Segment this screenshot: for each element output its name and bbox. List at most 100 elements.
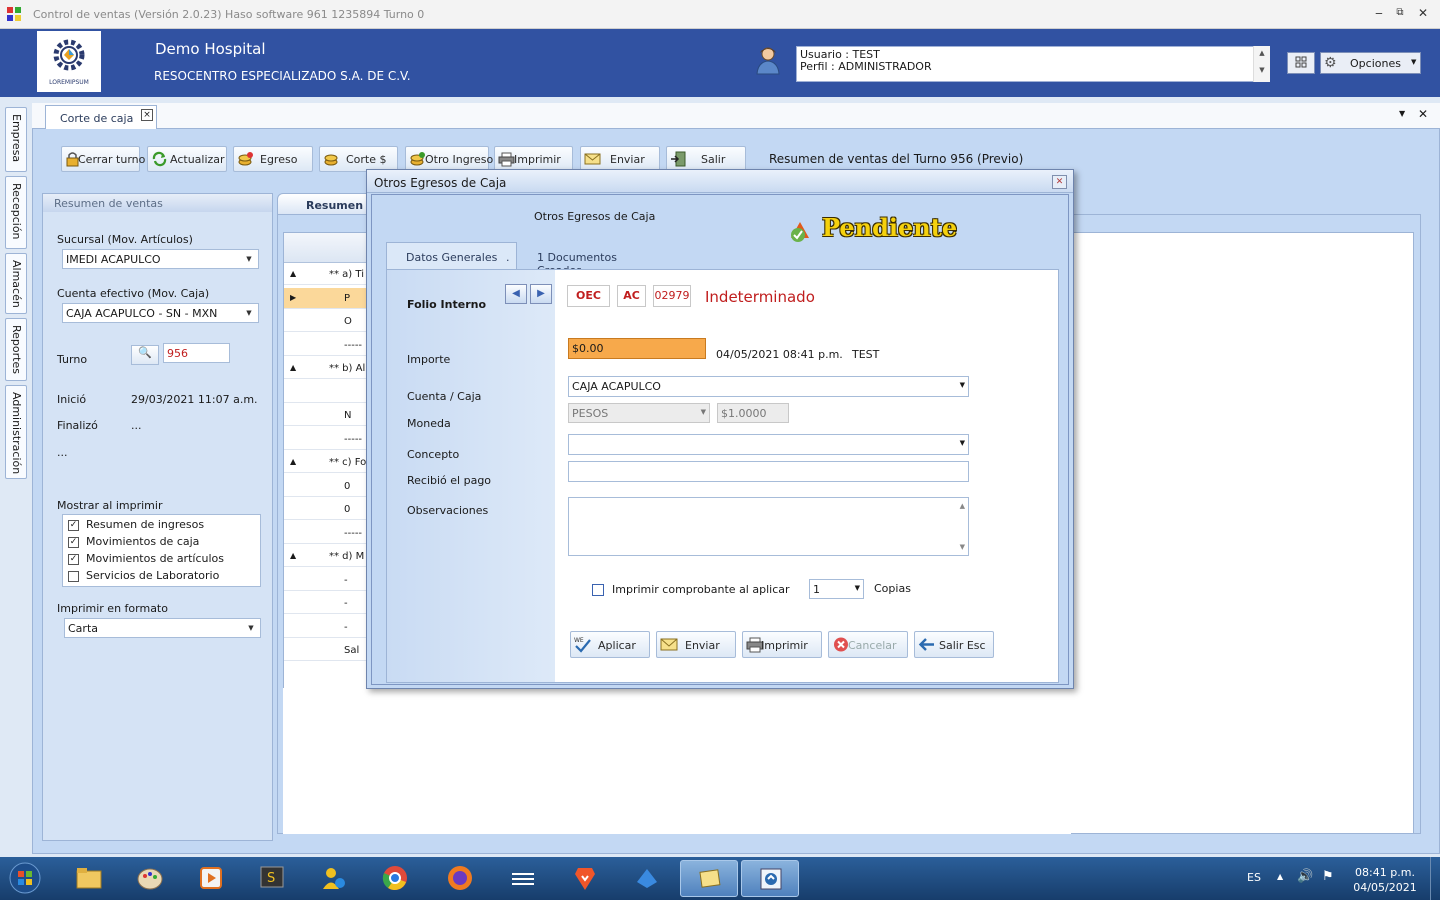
taskbar-app-s[interactable]: S bbox=[243, 860, 301, 897]
observaciones-textarea[interactable]: ▲ ▼ bbox=[568, 497, 969, 556]
table-row[interactable]: 0 bbox=[284, 499, 370, 520]
taskbar-app-blue[interactable] bbox=[618, 860, 676, 897]
tab-list-chevron-icon[interactable]: ▼ bbox=[1399, 109, 1405, 118]
formato-select[interactable]: Carta ▼ bbox=[64, 618, 261, 638]
close-document-icon[interactable]: ✕ bbox=[1418, 107, 1428, 121]
options-dropdown[interactable]: ⚙ Opciones ▼ bbox=[1320, 52, 1421, 74]
concepto-select[interactable]: ▼ bbox=[568, 434, 969, 455]
taskbar-app-lines[interactable] bbox=[494, 860, 552, 897]
recibio-input[interactable] bbox=[568, 461, 969, 482]
dialog-subtitle: Otros Egresos de Caja bbox=[534, 210, 656, 223]
dialog-imprimir-button[interactable]: Imprimir bbox=[742, 631, 822, 658]
close-tab-icon[interactable]: × bbox=[141, 109, 153, 121]
tab-almacen[interactable]: Almacén bbox=[5, 253, 27, 314]
check-servicios-laboratorio[interactable] bbox=[68, 571, 79, 582]
table-row[interactable]: ----- bbox=[284, 523, 370, 544]
close-window-button[interactable]: ✕ bbox=[1413, 4, 1433, 22]
actualizar-button[interactable]: Actualizar bbox=[147, 146, 227, 172]
dialog-body: Otros Egresos de Caja Pendiente Datos Ge… bbox=[371, 194, 1069, 685]
dialog-cancelar-button[interactable]: Cancelar bbox=[828, 631, 908, 658]
dialog-salir-button[interactable]: Salir Esc bbox=[914, 631, 994, 658]
grid-group-row[interactable]: ▲ ** c) Fo bbox=[284, 452, 370, 473]
table-row[interactable]: - bbox=[284, 617, 370, 638]
button-label: Salir bbox=[701, 153, 726, 166]
copias-select[interactable]: 1 ▼ bbox=[809, 579, 864, 599]
taskbar-app-users[interactable] bbox=[305, 860, 363, 897]
collapse-icon[interactable]: ▲ bbox=[290, 551, 296, 560]
dialog-close-icon[interactable]: ✕ bbox=[1052, 175, 1067, 189]
taskbar-app-ventas[interactable] bbox=[741, 860, 799, 897]
turno-input[interactable]: 956 bbox=[163, 343, 230, 363]
folio-prev-button[interactable]: ◀ bbox=[505, 284, 527, 304]
tab-reportes[interactable]: Reportes bbox=[5, 318, 27, 381]
check-movimientos-articulos[interactable]: ✓ bbox=[68, 554, 79, 565]
tab-datos-generales[interactable]: Datos Generales . bbox=[386, 242, 517, 270]
taskbar-media[interactable] bbox=[182, 860, 240, 897]
start-button[interactable] bbox=[5, 860, 45, 897]
formato-label: Imprimir en formato bbox=[57, 602, 168, 615]
moneda-select[interactable]: PESOS ▼ bbox=[568, 403, 710, 423]
check-movimientos-caja[interactable]: ✓ bbox=[68, 537, 79, 548]
table-row[interactable]: ----- bbox=[284, 429, 370, 450]
user-info-scrollbar[interactable]: ▲ ▼ bbox=[1253, 46, 1270, 82]
dialog-enviar-button[interactable]: Enviar bbox=[656, 631, 736, 658]
grid-group-row[interactable]: ▲ ** a) Ti bbox=[284, 264, 370, 285]
tab-documentos-creados[interactable]: 1 Documentos Creados bbox=[522, 242, 662, 277]
grid-view-button[interactable] bbox=[1287, 52, 1315, 74]
table-row[interactable]: - bbox=[284, 570, 370, 591]
cuenta-caja-select[interactable]: CAJA ACAPULCO ▼ bbox=[568, 376, 969, 397]
check-resumen-ingresos[interactable]: ✓ bbox=[68, 520, 79, 531]
coins-icon bbox=[410, 152, 425, 166]
tab-corte-de-caja[interactable]: Corte de caja × bbox=[45, 105, 157, 129]
moneda-label: Moneda bbox=[407, 417, 451, 430]
table-row[interactable]: - bbox=[284, 593, 370, 614]
network-icon[interactable]: ⚑ bbox=[1322, 869, 1334, 884]
table-row[interactable]: ----- bbox=[284, 335, 370, 356]
taskbar-brave[interactable] bbox=[556, 860, 614, 897]
row-text: - bbox=[344, 574, 348, 586]
cerrar-turno-button[interactable]: Cerrar turno bbox=[61, 146, 145, 172]
table-row[interactable] bbox=[284, 382, 370, 403]
tab-recepcion[interactable]: Recepción bbox=[5, 176, 27, 249]
concepto-label: Concepto bbox=[407, 448, 460, 461]
table-row[interactable]: ▶ P bbox=[284, 287, 370, 309]
restore-button[interactable]: ⧉ bbox=[1390, 4, 1410, 22]
table-row[interactable]: 0 bbox=[284, 476, 370, 497]
taskbar-app-notes[interactable] bbox=[680, 860, 738, 897]
aplicar-button[interactable]: WE Aplicar bbox=[570, 631, 650, 658]
show-desktop-button[interactable] bbox=[1430, 857, 1440, 900]
folio-next-button[interactable]: ▶ bbox=[530, 284, 552, 304]
grid-group-row[interactable]: ▲ ** d) M bbox=[284, 546, 370, 567]
tab-resumen[interactable]: Resumen I bbox=[277, 193, 377, 215]
grid-group-row[interactable]: ▲ ** b) Al bbox=[284, 358, 370, 379]
collapse-icon[interactable]: ▲ bbox=[290, 457, 296, 466]
volume-icon[interactable]: 🔊 bbox=[1297, 869, 1313, 884]
imprimir-comprobante-checkbox[interactable] bbox=[592, 584, 604, 596]
importe-input[interactable]: $0.00 bbox=[568, 338, 706, 359]
scroll-down-icon[interactable]: ▼ bbox=[960, 543, 965, 551]
taskbar-chrome[interactable] bbox=[366, 860, 424, 897]
cuenta-select[interactable]: CAJA ACAPULCO - SN - MXN ▼ bbox=[62, 303, 259, 323]
table-row[interactable]: N bbox=[284, 405, 370, 426]
system-clock[interactable]: 08:41 p.m. 04/05/2021 bbox=[1340, 866, 1430, 894]
sucursal-select[interactable]: IMEDI ACAPULCO ▼ bbox=[62, 249, 259, 269]
table-row[interactable]: O bbox=[284, 311, 370, 332]
scroll-up-icon[interactable]: ▲ bbox=[960, 502, 965, 510]
taskbar-paint[interactable] bbox=[121, 860, 179, 897]
collapse-icon[interactable]: ▲ bbox=[290, 269, 296, 278]
language-indicator[interactable]: ES bbox=[1247, 871, 1261, 884]
taskbar-explorer[interactable] bbox=[60, 860, 118, 897]
tray-expand-icon[interactable]: ▲ bbox=[1277, 872, 1283, 881]
tab-empresa[interactable]: Empresa bbox=[5, 107, 27, 172]
minimize-button[interactable]: ‒ bbox=[1369, 4, 1389, 22]
taskbar-firefox[interactable] bbox=[431, 860, 489, 897]
turno-search-button[interactable]: 🔍 bbox=[131, 345, 159, 365]
window-titlebar: Control de ventas (Versión 2.0.23) Haso … bbox=[0, 0, 1440, 29]
button-label: Egreso bbox=[260, 153, 298, 166]
tab-administracion[interactable]: Administración bbox=[5, 385, 27, 479]
collapse-icon[interactable]: ▲ bbox=[290, 363, 296, 372]
row-text: 0 bbox=[344, 480, 351, 492]
egreso-button[interactable]: Egreso bbox=[233, 146, 313, 172]
perfil-line: Perfil : ADMINISTRADOR bbox=[800, 60, 932, 73]
table-row[interactable]: Sal bbox=[284, 640, 370, 661]
